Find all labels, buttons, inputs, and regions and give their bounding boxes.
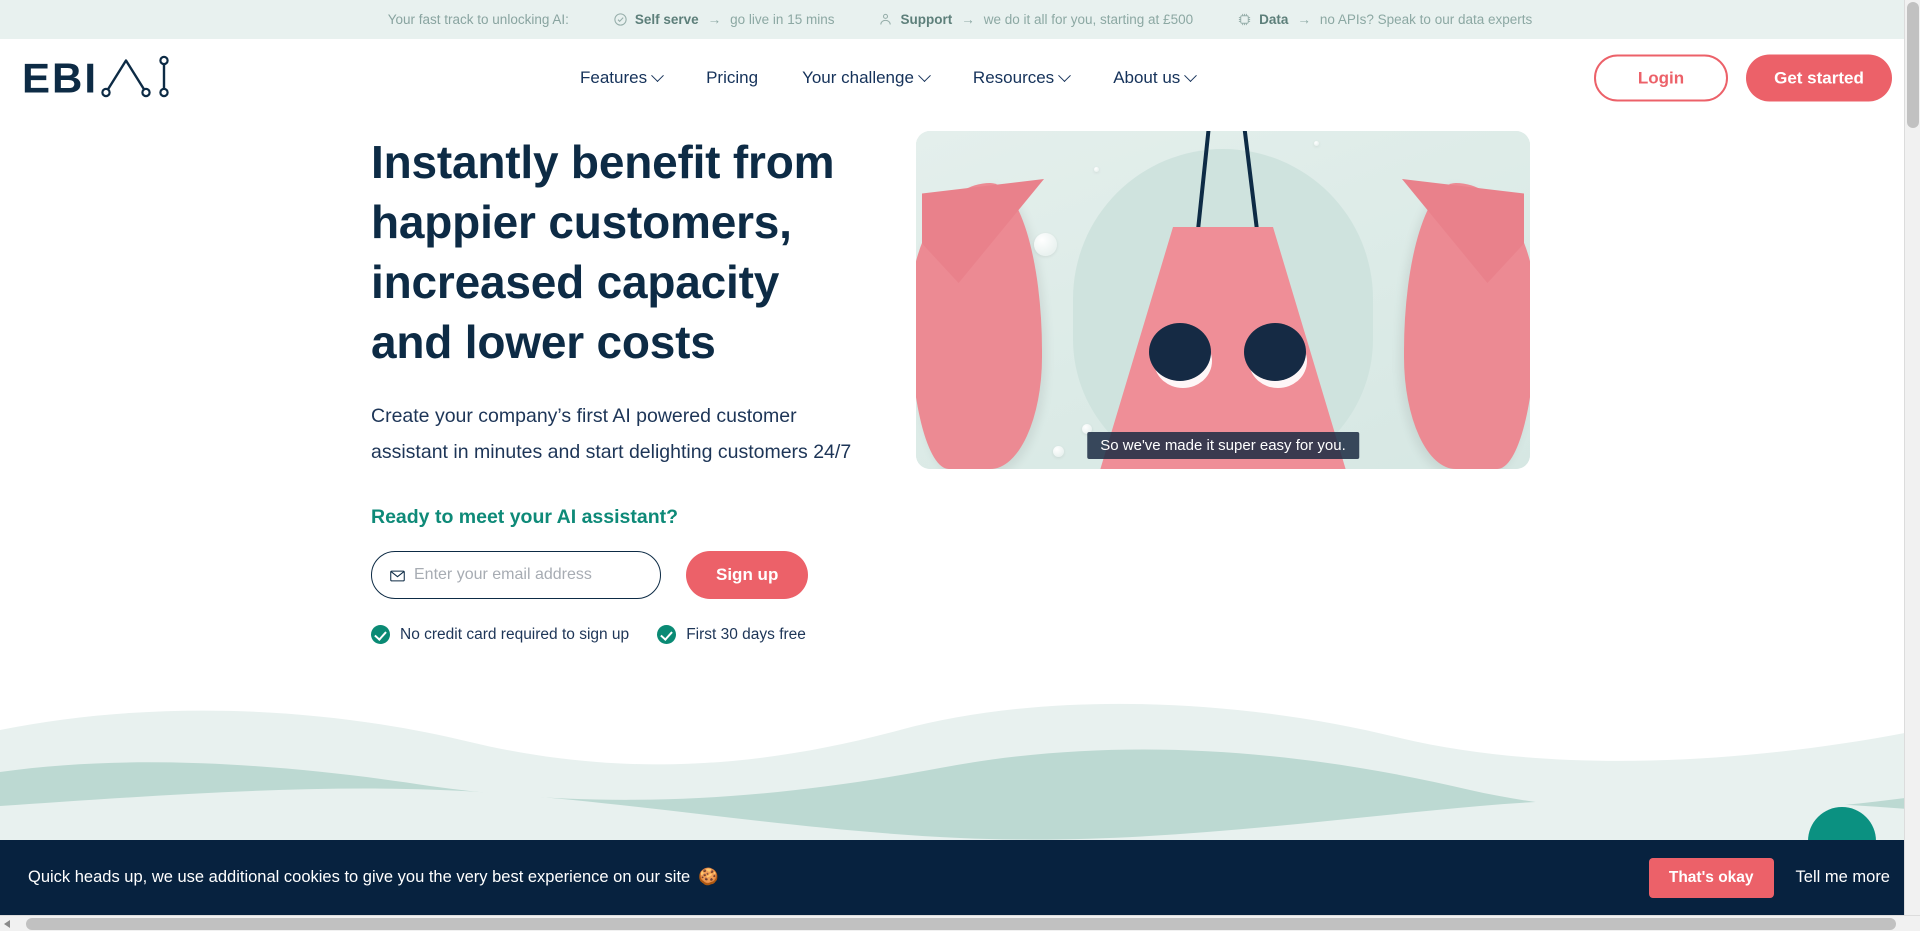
page-root: Your fast track to unlocking AI: Self se… [0, 0, 1920, 931]
scroll-left-arrow-icon[interactable] [4, 920, 10, 928]
check-circle-icon [371, 625, 390, 644]
video-caption: So we've made it super easy for you. [1087, 432, 1359, 459]
chevron-down-icon [1058, 68, 1072, 82]
nav-item-pricing[interactable]: Pricing [706, 68, 758, 88]
get-started-button[interactable]: Get started [1746, 54, 1892, 102]
hero-copy: Instantly benefit from happier customers… [371, 132, 871, 644]
hero-video-player[interactable]: So we've made it super easy for you. [916, 131, 1530, 469]
nav-label: Pricing [706, 68, 759, 87]
nav-item-resources[interactable]: Resources [972, 68, 1072, 88]
horizontal-scrollbar-thumb[interactable] [26, 918, 1896, 930]
sign-up-button[interactable]: Sign up [686, 551, 809, 599]
signup-form: Sign up [371, 551, 871, 599]
chevron-down-icon [651, 68, 664, 82]
header-actions: Login Get started [1594, 54, 1892, 102]
announcement-item-desc: go live in 15 mins [730, 12, 835, 27]
chevron-down-icon [918, 68, 931, 82]
logo-home-link[interactable]: EBI [22, 53, 174, 104]
email-input[interactable] [371, 551, 661, 599]
arrow-icon: → [1297, 12, 1311, 27]
perk-label: No credit card required to sign up [400, 625, 630, 643]
nav-label: Resources [972, 68, 1055, 87]
horizontal-scrollbar[interactable] [0, 915, 1920, 931]
cookie-emoji-icon: 🍪 [698, 868, 719, 886]
announcement-item-support[interactable]: Support → we do it all for you, starting… [878, 12, 1193, 27]
announcement-item-desc: we do it all for you, starting at £500 [983, 12, 1194, 27]
nav-label: Your challenge [802, 68, 914, 87]
hero-subtitle: Create your company’s first AI powered c… [371, 405, 852, 463]
cookie-actions: That's okay Tell me more [1648, 857, 1890, 898]
site-header: EBI Features Pricing Your challenge Reso… [0, 39, 1920, 117]
bubble-icon [1053, 446, 1064, 457]
chevron-down-icon [1184, 68, 1198, 82]
announcement-item-self-serve[interactable]: Self serve → go live in 15 mins [613, 12, 835, 27]
nav-label: About us [1113, 68, 1181, 87]
character-eye-left [1149, 323, 1211, 381]
main-navigation: Features Pricing Your challenge Resource… [580, 68, 1198, 88]
login-button[interactable]: Login [1594, 54, 1728, 102]
email-field-wrapper [371, 551, 661, 599]
bubble-icon [1314, 141, 1319, 146]
announcement-item-title: Support [900, 12, 953, 27]
nav-label: Features [580, 68, 648, 87]
check-circle-icon [657, 625, 677, 644]
announcement-item-title: Data [1259, 12, 1289, 27]
announcement-lead-text: Your fast track to unlocking AI: [387, 12, 569, 27]
announcement-item-desc: no APIs? Speak to our data experts [1319, 12, 1533, 27]
signup-heading: Ready to meet your AI assistant? [371, 506, 679, 528]
logo-wordmark: EBI [22, 54, 99, 101]
announcement-item-data[interactable]: Data → no APIs? Speak to our data expert… [1237, 12, 1532, 27]
ai-network-logo-icon [100, 53, 174, 104]
signup-perks: No credit card required to sign up First… [371, 625, 871, 644]
character-eye-right [1244, 323, 1306, 381]
cookie-learn-more-link[interactable]: Tell me more [1796, 868, 1890, 887]
bubble-icon [1094, 167, 1099, 172]
hero-section: Instantly benefit from happier customers… [0, 117, 1920, 717]
arrow-icon: → [707, 12, 722, 27]
nav-item-your-challenge[interactable]: Your challenge [802, 68, 931, 88]
perk-label: First 30 days free [686, 625, 806, 643]
arrow-icon: → [961, 12, 975, 27]
vertical-scrollbar-thumb[interactable] [1907, 2, 1919, 128]
check-circle-icon [613, 12, 628, 27]
bubble-icon [1034, 233, 1057, 256]
vertical-scrollbar[interactable] [1904, 0, 1920, 931]
page-title: Instantly benefit from happier customers… [371, 136, 835, 368]
cookie-message: Quick heads up, we use additional cookie… [28, 868, 719, 887]
accept-cookies-button[interactable]: That's okay [1648, 857, 1774, 898]
perk-30-days-free: First 30 days free [657, 625, 806, 644]
perk-no-credit-card: No credit card required to sign up [371, 625, 629, 644]
cookie-message-text: Quick heads up, we use additional cookie… [28, 868, 691, 886]
nav-item-about-us[interactable]: About us [1113, 68, 1198, 88]
cookie-consent-banner: Quick heads up, we use additional cookie… [0, 840, 1920, 915]
api-data-icon [1237, 12, 1252, 27]
support-agent-icon [878, 12, 893, 27]
nav-item-features[interactable]: Features [580, 68, 664, 88]
announcement-bar: Your fast track to unlocking AI: Self se… [0, 0, 1920, 39]
announcement-item-title: Self serve [634, 12, 699, 27]
